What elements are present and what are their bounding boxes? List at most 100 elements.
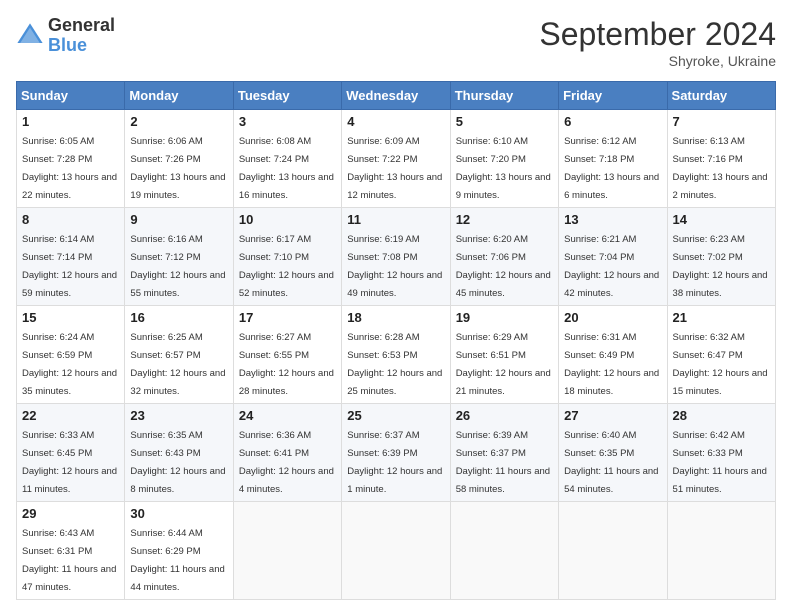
day-detail: Sunrise: 6:10 AMSunset: 7:20 PMDaylight:…: [456, 136, 551, 201]
day-detail: Sunrise: 6:16 AMSunset: 7:12 PMDaylight:…: [130, 234, 225, 299]
day-number: 7: [673, 114, 770, 129]
calendar-cell: 24 Sunrise: 6:36 AMSunset: 6:41 PMDaylig…: [233, 404, 341, 502]
page-header: General Blue September 2024 Shyroke, Ukr…: [16, 16, 776, 69]
day-detail: Sunrise: 6:32 AMSunset: 6:47 PMDaylight:…: [673, 332, 768, 397]
calendar-cell: 11 Sunrise: 6:19 AMSunset: 7:08 PMDaylig…: [342, 208, 450, 306]
day-number: 14: [673, 212, 770, 227]
day-number: 10: [239, 212, 336, 227]
day-detail: Sunrise: 6:17 AMSunset: 7:10 PMDaylight:…: [239, 234, 334, 299]
day-number: 2: [130, 114, 227, 129]
calendar-cell: 30 Sunrise: 6:44 AMSunset: 6:29 PMDaylig…: [125, 502, 233, 600]
calendar-table: SundayMondayTuesdayWednesdayThursdayFrid…: [16, 81, 776, 600]
day-detail: Sunrise: 6:05 AMSunset: 7:28 PMDaylight:…: [22, 136, 117, 201]
day-number: 23: [130, 408, 227, 423]
calendar-cell: 9 Sunrise: 6:16 AMSunset: 7:12 PMDayligh…: [125, 208, 233, 306]
day-detail: Sunrise: 6:20 AMSunset: 7:06 PMDaylight:…: [456, 234, 551, 299]
day-number: 4: [347, 114, 444, 129]
calendar-cell: 28 Sunrise: 6:42 AMSunset: 6:33 PMDaylig…: [667, 404, 775, 502]
day-number: 6: [564, 114, 661, 129]
calendar-cell: 2 Sunrise: 6:06 AMSunset: 7:26 PMDayligh…: [125, 110, 233, 208]
calendar-cell: 14 Sunrise: 6:23 AMSunset: 7:02 PMDaylig…: [667, 208, 775, 306]
calendar-week-1: 1 Sunrise: 6:05 AMSunset: 7:28 PMDayligh…: [17, 110, 776, 208]
day-detail: Sunrise: 6:21 AMSunset: 7:04 PMDaylight:…: [564, 234, 659, 299]
calendar-cell: [233, 502, 341, 600]
day-number: 1: [22, 114, 119, 129]
day-detail: Sunrise: 6:44 AMSunset: 6:29 PMDaylight:…: [130, 528, 224, 593]
calendar-cell: 21 Sunrise: 6:32 AMSunset: 6:47 PMDaylig…: [667, 306, 775, 404]
location: Shyroke, Ukraine: [539, 53, 776, 69]
calendar-week-4: 22 Sunrise: 6:33 AMSunset: 6:45 PMDaylig…: [17, 404, 776, 502]
day-detail: Sunrise: 6:12 AMSunset: 7:18 PMDaylight:…: [564, 136, 659, 201]
day-number: 20: [564, 310, 661, 325]
day-number: 22: [22, 408, 119, 423]
day-detail: Sunrise: 6:37 AMSunset: 6:39 PMDaylight:…: [347, 430, 442, 495]
day-number: 27: [564, 408, 661, 423]
calendar-cell: [450, 502, 558, 600]
day-detail: Sunrise: 6:31 AMSunset: 6:49 PMDaylight:…: [564, 332, 659, 397]
calendar-header-thursday: Thursday: [450, 82, 558, 110]
day-detail: Sunrise: 6:42 AMSunset: 6:33 PMDaylight:…: [673, 430, 767, 495]
day-number: 12: [456, 212, 553, 227]
calendar-cell: 7 Sunrise: 6:13 AMSunset: 7:16 PMDayligh…: [667, 110, 775, 208]
calendar-cell: 12 Sunrise: 6:20 AMSunset: 7:06 PMDaylig…: [450, 208, 558, 306]
title-block: September 2024 Shyroke, Ukraine: [539, 16, 776, 69]
calendar-header-sunday: Sunday: [17, 82, 125, 110]
calendar-cell: 16 Sunrise: 6:25 AMSunset: 6:57 PMDaylig…: [125, 306, 233, 404]
calendar-cell: 26 Sunrise: 6:39 AMSunset: 6:37 PMDaylig…: [450, 404, 558, 502]
calendar-week-3: 15 Sunrise: 6:24 AMSunset: 6:59 PMDaylig…: [17, 306, 776, 404]
day-detail: Sunrise: 6:14 AMSunset: 7:14 PMDaylight:…: [22, 234, 117, 299]
calendar-cell: 18 Sunrise: 6:28 AMSunset: 6:53 PMDaylig…: [342, 306, 450, 404]
calendar-cell: 27 Sunrise: 6:40 AMSunset: 6:35 PMDaylig…: [559, 404, 667, 502]
day-number: 28: [673, 408, 770, 423]
day-detail: Sunrise: 6:40 AMSunset: 6:35 PMDaylight:…: [564, 430, 658, 495]
day-detail: Sunrise: 6:19 AMSunset: 7:08 PMDaylight:…: [347, 234, 442, 299]
day-detail: Sunrise: 6:29 AMSunset: 6:51 PMDaylight:…: [456, 332, 551, 397]
day-detail: Sunrise: 6:28 AMSunset: 6:53 PMDaylight:…: [347, 332, 442, 397]
day-number: 21: [673, 310, 770, 325]
calendar-week-2: 8 Sunrise: 6:14 AMSunset: 7:14 PMDayligh…: [17, 208, 776, 306]
calendar-header-tuesday: Tuesday: [233, 82, 341, 110]
day-number: 26: [456, 408, 553, 423]
day-detail: Sunrise: 6:35 AMSunset: 6:43 PMDaylight:…: [130, 430, 225, 495]
day-detail: Sunrise: 6:36 AMSunset: 6:41 PMDaylight:…: [239, 430, 334, 495]
day-number: 17: [239, 310, 336, 325]
day-number: 11: [347, 212, 444, 227]
calendar-cell: [667, 502, 775, 600]
calendar-cell: 29 Sunrise: 6:43 AMSunset: 6:31 PMDaylig…: [17, 502, 125, 600]
calendar-cell: 3 Sunrise: 6:08 AMSunset: 7:24 PMDayligh…: [233, 110, 341, 208]
logo-blue: Blue: [48, 36, 115, 56]
calendar-cell: 5 Sunrise: 6:10 AMSunset: 7:20 PMDayligh…: [450, 110, 558, 208]
logo-icon: [16, 22, 44, 50]
day-detail: Sunrise: 6:33 AMSunset: 6:45 PMDaylight:…: [22, 430, 117, 495]
day-number: 13: [564, 212, 661, 227]
calendar-header-row: SundayMondayTuesdayWednesdayThursdayFrid…: [17, 82, 776, 110]
calendar-header-wednesday: Wednesday: [342, 82, 450, 110]
day-detail: Sunrise: 6:08 AMSunset: 7:24 PMDaylight:…: [239, 136, 334, 201]
calendar-cell: 20 Sunrise: 6:31 AMSunset: 6:49 PMDaylig…: [559, 306, 667, 404]
day-detail: Sunrise: 6:39 AMSunset: 6:37 PMDaylight:…: [456, 430, 550, 495]
day-number: 5: [456, 114, 553, 129]
calendar-cell: 22 Sunrise: 6:33 AMSunset: 6:45 PMDaylig…: [17, 404, 125, 502]
calendar-cell: 23 Sunrise: 6:35 AMSunset: 6:43 PMDaylig…: [125, 404, 233, 502]
calendar-cell: 19 Sunrise: 6:29 AMSunset: 6:51 PMDaylig…: [450, 306, 558, 404]
calendar-cell: 25 Sunrise: 6:37 AMSunset: 6:39 PMDaylig…: [342, 404, 450, 502]
calendar-cell: [559, 502, 667, 600]
day-number: 18: [347, 310, 444, 325]
month-year: September 2024: [539, 16, 776, 53]
day-number: 24: [239, 408, 336, 423]
calendar-cell: 4 Sunrise: 6:09 AMSunset: 7:22 PMDayligh…: [342, 110, 450, 208]
day-detail: Sunrise: 6:43 AMSunset: 6:31 PMDaylight:…: [22, 528, 116, 593]
calendar-header-saturday: Saturday: [667, 82, 775, 110]
day-number: 19: [456, 310, 553, 325]
day-number: 16: [130, 310, 227, 325]
calendar-cell: 6 Sunrise: 6:12 AMSunset: 7:18 PMDayligh…: [559, 110, 667, 208]
day-number: 8: [22, 212, 119, 227]
day-detail: Sunrise: 6:25 AMSunset: 6:57 PMDaylight:…: [130, 332, 225, 397]
calendar-week-5: 29 Sunrise: 6:43 AMSunset: 6:31 PMDaylig…: [17, 502, 776, 600]
day-detail: Sunrise: 6:24 AMSunset: 6:59 PMDaylight:…: [22, 332, 117, 397]
calendar-cell: 8 Sunrise: 6:14 AMSunset: 7:14 PMDayligh…: [17, 208, 125, 306]
day-number: 30: [130, 506, 227, 521]
day-number: 9: [130, 212, 227, 227]
calendar-header-friday: Friday: [559, 82, 667, 110]
calendar-header-monday: Monday: [125, 82, 233, 110]
